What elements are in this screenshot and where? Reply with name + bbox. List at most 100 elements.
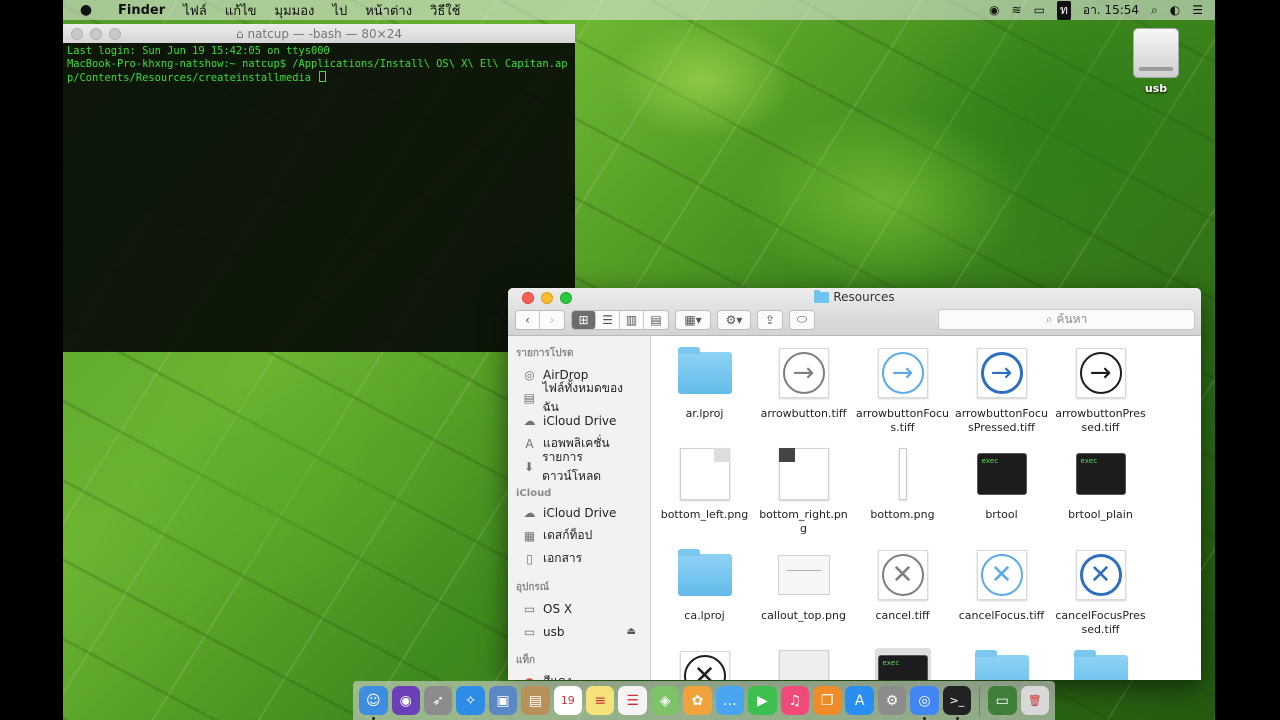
window-title-text: Resources — [833, 290, 895, 304]
file-item[interactable]: ✕ — [655, 645, 754, 680]
desktop-usb-drive[interactable]: usb — [1128, 28, 1184, 95]
dock-launchpad-icon[interactable]: ➶ — [423, 686, 453, 715]
file-item[interactable]: ca.lproj — [655, 544, 754, 645]
sidebar-item[interactable]: ▯ เอกสาร — [508, 547, 650, 570]
file-item[interactable]: bottom.png — [853, 443, 952, 544]
notification-center-icon[interactable]: ☰ — [1192, 3, 1203, 17]
menu-file[interactable]: ไฟล์ — [174, 0, 216, 21]
dock-finder-icon[interactable]: ☺ — [359, 686, 388, 720]
terminal-titlebar[interactable]: ⌂ natcup — -bash — 80×24 — [63, 24, 575, 43]
sidebar-item[interactable]: ▤ ไฟล์ทั้งหมดของฉัน — [508, 381, 650, 414]
action-gear-button[interactable]: ⚙▾ — [717, 309, 751, 330]
menu-edit[interactable]: แก้ไข — [216, 0, 266, 21]
sidebar-item[interactable]: ● สีแดง — [508, 670, 650, 680]
file-item[interactable]: bottom_left.png — [655, 443, 754, 544]
back-button[interactable]: ‹ — [516, 310, 540, 329]
dock-terminal-icon[interactable]: >_ — [942, 686, 972, 720]
clock[interactable]: อา. 15:54 — [1083, 1, 1139, 20]
search-placeholder: ค้นหา — [1056, 312, 1088, 326]
dock-calendar-icon[interactable]: 19 — [553, 686, 583, 715]
dock-chrome-icon[interactable]: ◎ — [910, 686, 939, 720]
menu-go[interactable]: ไป — [323, 0, 356, 21]
zoom-button[interactable] — [109, 27, 121, 40]
dock-system-preferences-icon[interactable]: ⚙ — [877, 686, 907, 715]
desktop-usb-label: usb — [1144, 82, 1168, 95]
file-item[interactable]: → arrowbutton.tiff — [754, 342, 853, 443]
arrange-button[interactable]: ▦▾ — [675, 309, 711, 330]
terminal-output[interactable]: Last login: Sun Jun 19 15:42:05 on ttys0… — [63, 43, 575, 86]
file-item[interactable] — [1051, 645, 1150, 680]
file-item[interactable]: callout_top.png — [754, 544, 853, 645]
file-item[interactable]: ✕ cancelFocus.tiff — [952, 544, 1051, 645]
file-grid-area[interactable]: ar.lproj → arrowbutton.tiff → arrowbuttonFoc… — [651, 336, 1201, 680]
tag-button[interactable]: ⬭ — [789, 309, 815, 330]
dock-ibooks-icon[interactable]: ❒ — [812, 686, 842, 715]
battery-icon[interactable]: ▭ — [1034, 3, 1045, 17]
column-view-button[interactable]: ▥ — [620, 310, 644, 329]
sidebar-header-favorites: รายการโปรด — [516, 348, 574, 359]
dock-photos-icon[interactable]: ✿ — [683, 686, 712, 715]
input-source-icon[interactable]: ท — [1056, 0, 1071, 20]
file-item[interactable]: exec — [853, 645, 952, 680]
finder-titlebar[interactable]: Resources ‹ › ⊞ ☰ ▥ ▤ ▦▾ ⚙▾ ⇪ ⬭ ⌕ ค้นหา — [508, 288, 1201, 336]
close-button[interactable] — [71, 27, 83, 40]
file-item[interactable] — [952, 645, 1051, 680]
finder-body: รายการโปรด ◎ AirDrop ▤ ไฟล์ทั้งหมดของฉัน ☁ iC… — [508, 336, 1201, 680]
menu-view[interactable]: มุมมอง — [266, 0, 324, 21]
file-item[interactable]: ✕ cancelFocusPressed.tiff — [1051, 544, 1150, 645]
file-item[interactable]: → arrowbuttonFocus.tiff — [853, 342, 952, 443]
dock-maps-icon[interactable]: ◈ — [650, 686, 680, 715]
file-name: arrowbutton.tiff — [760, 407, 847, 420]
spotlight-icon[interactable]: ⌕ — [1151, 3, 1158, 18]
terminal-line: MacBook-Pro-khxng-natshow:~ natcup$ /App… — [67, 57, 568, 70]
coverflow-view-button[interactable]: ▤ — [644, 311, 668, 329]
sidebar-item[interactable]: ☁ iCloud Drive — [508, 501, 650, 524]
file-item[interactable]: exec brtool — [952, 443, 1051, 544]
menu-window[interactable]: หน้าต่าง — [356, 0, 421, 21]
dock-facetime-icon[interactable]: ▶ — [748, 686, 777, 715]
menu-finder[interactable]: Finder — [109, 3, 174, 18]
file-item[interactable]: bottom_right.png — [754, 443, 853, 544]
file-item[interactable]: ar.lproj — [655, 342, 754, 443]
icon-view-button[interactable]: ⊞ — [572, 310, 596, 329]
dock-safari-icon[interactable]: ✧ — [456, 686, 485, 715]
sidebar-item[interactable]: ▦ เดสก์ท็อป — [508, 524, 650, 547]
apple-menu-icon[interactable]: ● — [63, 2, 109, 18]
share-button[interactable]: ⇪ — [757, 309, 783, 330]
list-view-button[interactable]: ☰ — [596, 310, 620, 329]
file-item[interactable]: → arrowbuttonFocusPressed.tiff — [952, 342, 1051, 443]
dock-reminders-icon[interactable]: ☰ — [618, 686, 647, 715]
file-item[interactable]: ✕ cancel.tiff — [853, 544, 952, 645]
eject-icon[interactable]: ⏏ — [627, 626, 636, 637]
dock-notes-icon[interactable]: ≡ — [586, 686, 615, 715]
menu-help[interactable]: วิธีใช้ — [421, 0, 469, 21]
terminal-window[interactable]: ⌂ natcup — -bash — 80×24 Last login: Sun… — [63, 24, 575, 352]
dock-siri-icon[interactable]: ◉ — [391, 686, 420, 715]
forward-button[interactable]: › — [540, 311, 564, 329]
dock-app-store-icon[interactable]: A — [845, 686, 874, 715]
file-name: ar.lproj — [685, 407, 724, 420]
user-icon[interactable]: ◐ — [1170, 3, 1180, 17]
dock-trash-icon[interactable]: 🗑 — [1020, 686, 1049, 715]
file-name: cancelFocusPressed.tiff — [1055, 609, 1146, 636]
finder-window[interactable]: Resources ‹ › ⊞ ☰ ▥ ▤ ▦▾ ⚙▾ ⇪ ⬭ ⌕ ค้นหา … — [508, 288, 1201, 680]
file-item[interactable] — [754, 645, 853, 680]
search-field[interactable]: ⌕ ค้นหา — [938, 309, 1195, 330]
sidebar-item[interactable]: ▭ usb ⏏ — [508, 620, 650, 643]
minimize-button[interactable] — [90, 27, 102, 40]
desktop-icon: ▦ — [523, 528, 536, 543]
dock-contacts-icon[interactable]: ▤ — [521, 686, 550, 715]
sidebar-item-label: iCloud Drive — [543, 413, 617, 428]
dock-downloads-stack-icon[interactable]: ▭ — [988, 686, 1017, 715]
sidebar-item[interactable]: ▭ OS X — [508, 597, 650, 620]
dock-itunes-icon[interactable]: ♫ — [780, 686, 809, 715]
sidebar-item[interactable]: ⬇ รายการดาวน์โหลด — [508, 450, 650, 483]
file-item[interactable]: exec brtool_plain — [1051, 443, 1150, 544]
dock-messages-icon[interactable]: … — [715, 686, 745, 715]
record-icon[interactable]: ◉ — [989, 3, 999, 17]
sidebar-item-label: OS X — [543, 601, 573, 616]
folder-icon — [677, 547, 733, 603]
wifi-icon[interactable]: ≋ — [1012, 3, 1022, 17]
dock-preview-icon[interactable]: ▣ — [488, 686, 518, 715]
file-item[interactable]: → arrowbuttonPressed.tiff — [1051, 342, 1150, 443]
